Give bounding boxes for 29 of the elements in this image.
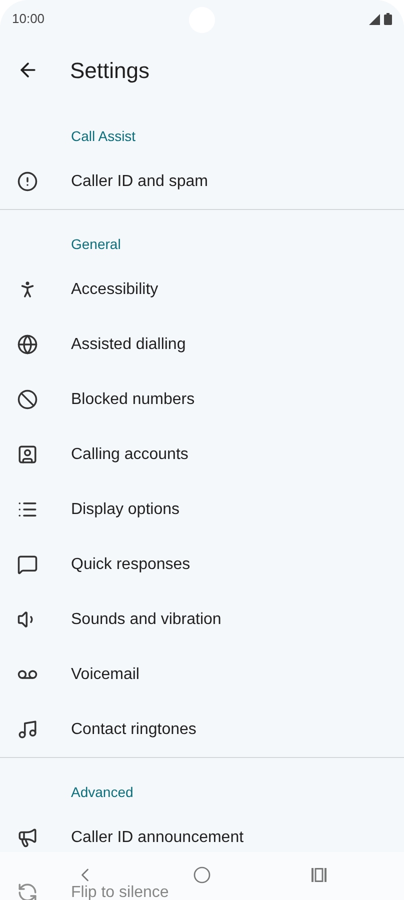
status-time: 10:00 bbox=[12, 10, 45, 28]
setting-label[interactable]: Blocked numbers bbox=[71, 388, 195, 412]
battery-icon bbox=[384, 13, 392, 25]
setting-label[interactable]: Accessibility bbox=[71, 278, 158, 302]
setting-label[interactable]: Contact ringtones bbox=[71, 718, 196, 742]
recents-icon bbox=[311, 868, 327, 882]
setting-label[interactable]: Flip to silence bbox=[71, 880, 169, 900]
page-title: Settings bbox=[70, 56, 150, 85]
setting-label[interactable]: Caller ID and spam bbox=[71, 170, 208, 194]
section-header: Advanced bbox=[71, 783, 134, 802]
setting-label[interactable]: Display options bbox=[71, 498, 180, 522]
section-header: General bbox=[71, 235, 121, 254]
alert-icon bbox=[17, 171, 38, 192]
setting-label[interactable]: Voicemail bbox=[71, 662, 140, 686]
block-icon bbox=[17, 389, 38, 410]
setting-label[interactable]: Calling accounts bbox=[71, 442, 188, 466]
circle-icon bbox=[193, 866, 211, 884]
music-note-icon bbox=[17, 719, 38, 740]
setting-label[interactable]: Assisted dialling bbox=[71, 332, 186, 356]
rotate-icon bbox=[17, 882, 38, 900]
setting-label[interactable]: Caller ID announcement bbox=[71, 826, 244, 850]
megaphone-icon bbox=[17, 827, 38, 848]
section-header: Call Assist bbox=[71, 127, 136, 146]
message-icon bbox=[17, 554, 38, 575]
globe-icon bbox=[17, 334, 38, 355]
contact-card-icon bbox=[17, 444, 38, 465]
signal-icon bbox=[369, 14, 380, 24]
setting-label[interactable]: Quick responses bbox=[71, 552, 190, 576]
setting-label[interactable]: Sounds and vibration bbox=[71, 608, 222, 632]
